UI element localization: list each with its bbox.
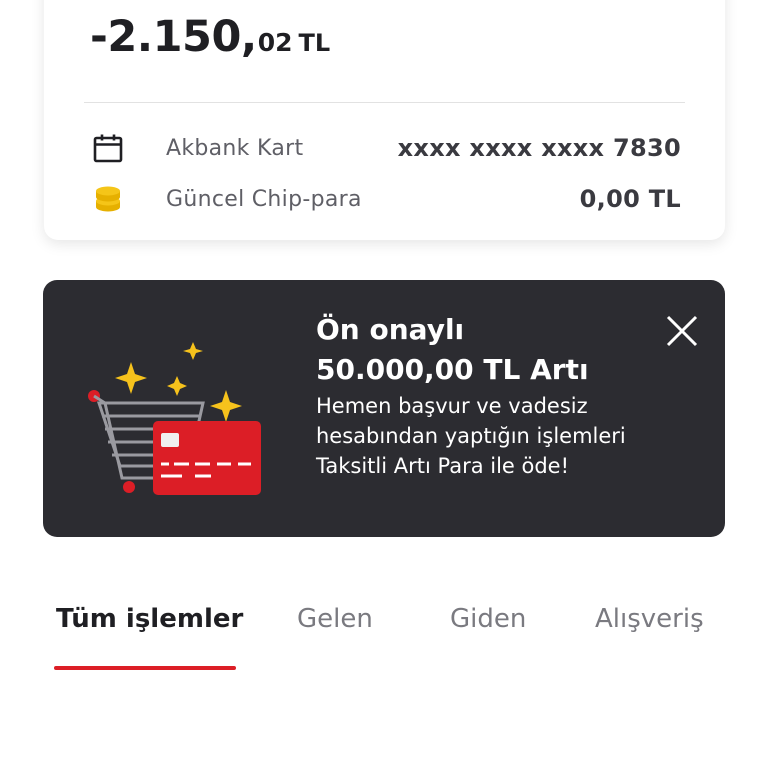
shopping-cart-credit-card-illustration (81, 335, 321, 505)
tab-all-transactions[interactable]: Tüm işlemler (56, 604, 243, 634)
chip-label: Güncel Chip-para (166, 187, 362, 212)
account-card[interactable]: -2.150, 02 TL Akbank Kart xxxx xxxx xxxx… (44, 0, 725, 240)
promo-body: Hemen başvur ve vadesiz hesabından yaptı… (316, 394, 626, 478)
sparkle-icon (183, 342, 203, 360)
promo-title-line1: Ön onaylı (316, 313, 465, 346)
card-info-row: Akbank Kart xxxx xxxx xxxx 7830 (44, 128, 725, 168)
sparkle-icon (210, 390, 242, 422)
calendar-icon (92, 132, 124, 164)
sparkle-icon (115, 362, 147, 394)
transaction-tabs: Tüm işlemler Gelen Giden Alışveriş (0, 600, 768, 680)
coin-stack-icon (92, 183, 124, 215)
chip-value: 0,00 TL (579, 185, 681, 213)
balance-main: -2.150, (90, 12, 257, 62)
close-icon[interactable] (663, 312, 701, 350)
promo-title: Ön onaylı 50.000,00 TL Artı (316, 310, 646, 390)
active-tab-indicator (54, 666, 236, 670)
sparkle-icon (167, 376, 187, 396)
promo-title-line2: 50.000,00 TL Artı (316, 353, 589, 386)
app-screen: -2.150, 02 TL Akbank Kart xxxx xxxx xxxx… (0, 0, 768, 768)
card-label: Akbank Kart (166, 136, 304, 161)
balance-currency: TL (298, 29, 331, 57)
tab-incoming[interactable]: Gelen (297, 604, 373, 634)
balance-cents: 02 (257, 28, 293, 57)
tab-outgoing[interactable]: Giden (450, 604, 526, 634)
card-number: xxxx xxxx xxxx 7830 (397, 134, 681, 162)
chip-info-row: Güncel Chip-para 0,00 TL (44, 179, 725, 219)
promo-banner[interactable]: Ön onaylı 50.000,00 TL Artı Hemen başvur… (43, 280, 725, 537)
divider (84, 102, 685, 103)
tab-shopping[interactable]: Alışveriş (595, 604, 704, 634)
balance-amount: -2.150, 02 TL (90, 12, 330, 62)
